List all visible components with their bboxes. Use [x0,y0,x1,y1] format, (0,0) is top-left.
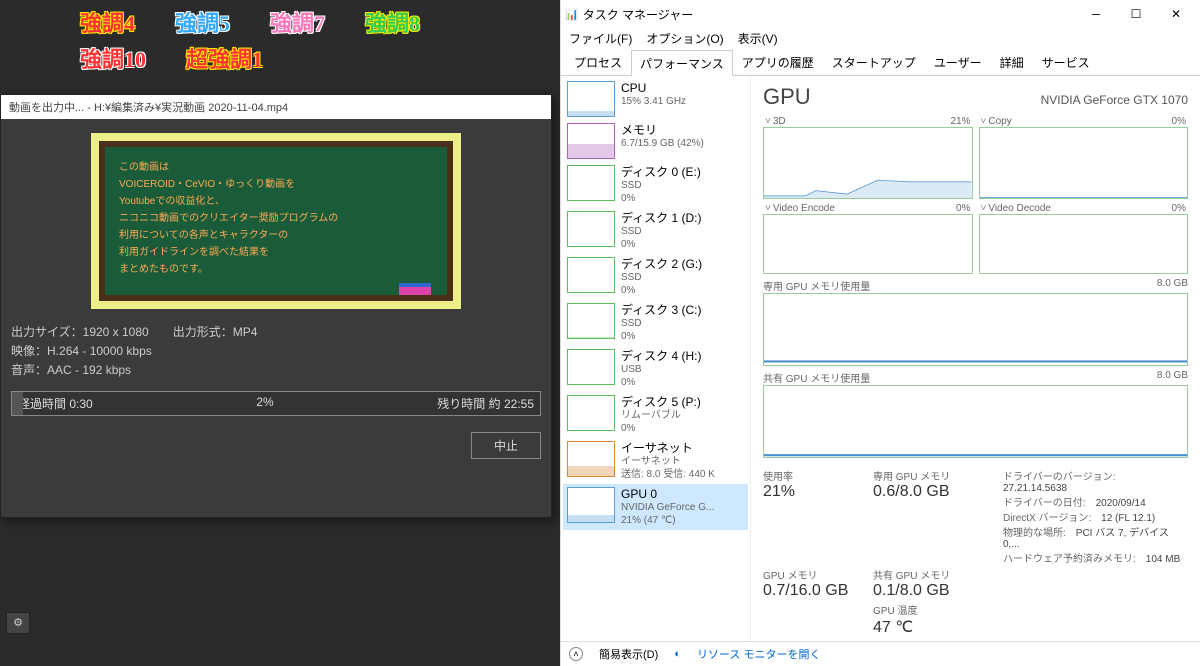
sidebar-item[interactable]: ディスク 2 (G:)SSD0% [563,254,748,300]
cancel-button[interactable]: 中止 [471,432,541,459]
tab[interactable]: パフォーマンス [631,50,733,76]
tab[interactable]: ユーザー [925,49,991,75]
sidebar-item[interactable]: メモリ6.7/15.9 GB (42%) [563,120,748,162]
tab-bar: プロセスパフォーマンスアプリの履歴スタートアップユーザー詳細サービス [561,49,1200,76]
preview-thumbnail: この動画はVOICEROID・CeVIO・ゆっくり動画をYoutubeでの収益化… [91,133,461,309]
gpu-stats: 使用率21% 専用 GPU メモリ0.6/8.0 GB ドライバーのバージョン:… [763,468,1188,637]
sidebar-item[interactable]: CPU15% 3.41 GHz [563,78,748,120]
gpu-name: NVIDIA GeForce GTX 1070 [1041,93,1188,107]
app-icon: 📊 [565,8,579,21]
progress-bar: 経過時間 0:30 2% 残り時間 約 22:55 [11,391,541,416]
gpu-panel: GPU NVIDIA GeForce GTX 1070 ˅3D21% ˅Copy… [751,76,1200,641]
emphasis-tag[interactable]: 強調8 [365,6,420,38]
menu-item[interactable]: オプション(O) [646,30,723,47]
menu-bar: ファイル(F) オプション(O) 表示(V) [561,28,1200,49]
sidebar-item[interactable]: GPU 0NVIDIA GeForce G...21% (47 ℃) [563,484,748,530]
sidebar-item[interactable]: イーサネットイーサネット送信: 8.0 受信: 440 K [563,438,748,484]
export-dialog: 動画を出力中... - H:¥編集済み¥実況動画 2020-11-04.mp4 … [0,94,552,518]
performance-sidebar: CPU15% 3.41 GHzメモリ6.7/15.9 GB (42%)ディスク … [561,76,751,641]
emphasis-tag[interactable]: 強調4 [80,6,135,38]
emphasis-tag[interactable]: 強調10 [80,42,146,74]
tab[interactable]: 詳細 [991,49,1033,75]
graph-dedicated-memory[interactable] [763,293,1188,366]
emphasis-tag[interactable]: 強調5 [175,6,230,38]
export-info: 出力サイズ：1920 x 1080 出力形式：MP4 映像：H.264 - 10… [11,323,541,381]
graph-3d[interactable] [763,127,973,199]
sidebar-item[interactable]: ディスク 0 (E:)SSD0% [563,162,748,208]
tab[interactable]: アプリの履歴 [733,49,823,75]
sidebar-item[interactable]: ディスク 5 (P:)リムーバブル0% [563,392,748,438]
menu-item[interactable]: ファイル(F) [569,30,632,47]
collapse-icon[interactable]: ˄ [569,647,583,661]
sidebar-item[interactable]: ディスク 3 (C:)SSD0% [563,300,748,346]
menu-item[interactable]: 表示(V) [738,30,778,47]
graph-video-decode[interactable] [979,214,1189,274]
emphasis-tag[interactable]: 強調7 [270,6,325,38]
minimize-button[interactable]: ─ [1076,1,1116,27]
maximize-button[interactable]: ☐ [1116,1,1156,27]
settings-button[interactable]: ⚙ [6,612,30,634]
emphasis-tag[interactable]: 超強調1 [186,42,263,74]
tab[interactable]: スタートアップ [823,49,925,75]
graph-shared-memory[interactable] [763,385,1188,458]
footer: ˄ 簡易表示(D) ◐ リソース モニターを開く [561,641,1200,666]
task-manager-window: 📊 タスク マネージャー ─ ☐ ✕ ファイル(F)オプション(O)表示(V) … [560,0,1200,666]
export-title: 動画を出力中... - H:¥編集済み¥実況動画 2020-11-04.mp4 [1,95,551,119]
graph-video-encode[interactable] [763,214,973,274]
resource-monitor-link[interactable]: リソース モニターを開く [697,646,821,662]
titlebar[interactable]: 📊 タスク マネージャー ─ ☐ ✕ [561,0,1200,28]
gpu-title: GPU [763,84,811,110]
brief-view-link[interactable]: 簡易表示(D) [599,646,658,662]
sidebar-item[interactable]: ディスク 1 (D:)SSD0% [563,208,748,254]
tab[interactable]: プロセス [565,49,631,75]
tab[interactable]: サービス [1033,49,1099,75]
close-button[interactable]: ✕ [1156,1,1196,27]
window-title: タスク マネージャー [579,6,1076,23]
sidebar-item[interactable]: ディスク 4 (H:)USB0% [563,346,748,392]
graph-copy[interactable] [979,127,1189,199]
